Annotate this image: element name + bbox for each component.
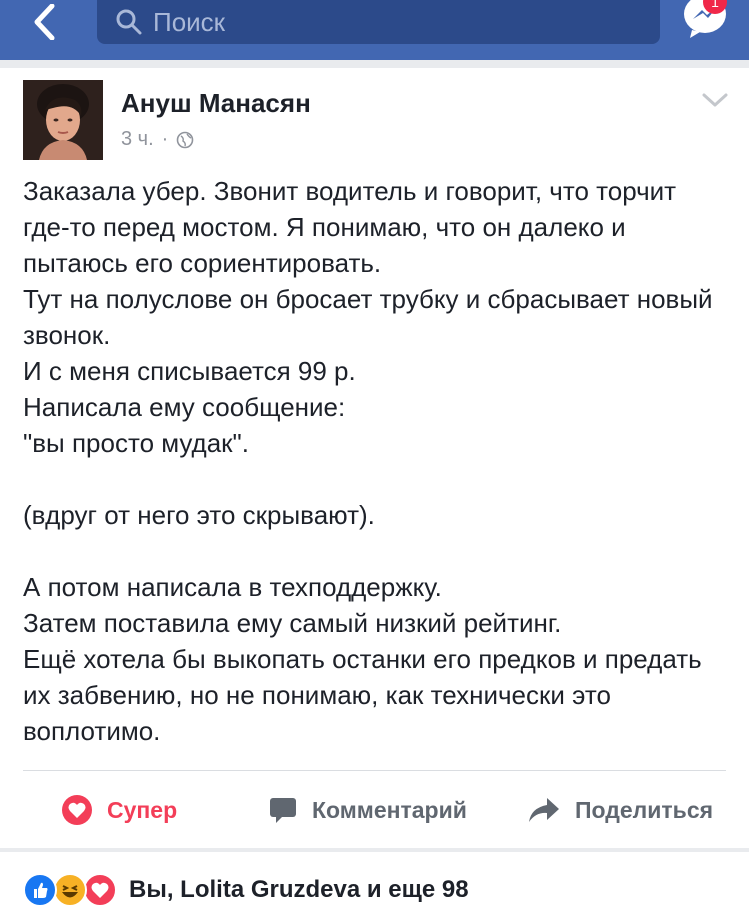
post-meta: 3 ч. · [121,128,194,151]
comment-label: Комментарий [312,796,467,823]
super-label: Супер [107,796,178,823]
post-options-button[interactable] [700,90,730,114]
comment-button[interactable]: Комментарий [268,788,467,832]
top-nav-bar: 1 [0,0,749,60]
love-reaction-icon [83,873,117,907]
post-text: Заказала убер. Звонит водитель и говорит… [23,176,713,746]
share-icon [529,798,559,822]
back-button[interactable] [20,0,70,44]
share-button[interactable]: Поделиться [527,788,713,832]
reactions-separator [0,848,749,852]
like-reaction-icon [23,873,57,907]
comment-icon [270,798,296,823]
search-input[interactable] [151,5,635,39]
globe-icon [177,131,194,148]
share-label: Поделиться [575,796,714,823]
avatar[interactable] [23,80,103,160]
haha-reaction-icon [53,873,87,907]
reactions-summary[interactable]: Вы, Lolita Gruzdeva и еще 98 [23,868,469,912]
super-reaction-button[interactable]: Супер [61,788,177,832]
feed-separator [0,60,749,68]
heart-icon [62,795,92,825]
reaction-icons [23,873,123,907]
profile-photo [23,80,103,160]
chevron-down-icon [702,93,728,107]
post-time[interactable]: 3 ч. [121,128,154,151]
search-icon [116,9,142,35]
reactions-text: Вы, Lolita Gruzdeva и еще 98 [129,876,469,903]
chevron-left-icon [34,4,55,40]
post-author[interactable]: Ануш Манасян [121,88,311,119]
divider [23,770,726,771]
meta-separator: · [161,128,169,150]
search-box[interactable] [97,0,660,44]
